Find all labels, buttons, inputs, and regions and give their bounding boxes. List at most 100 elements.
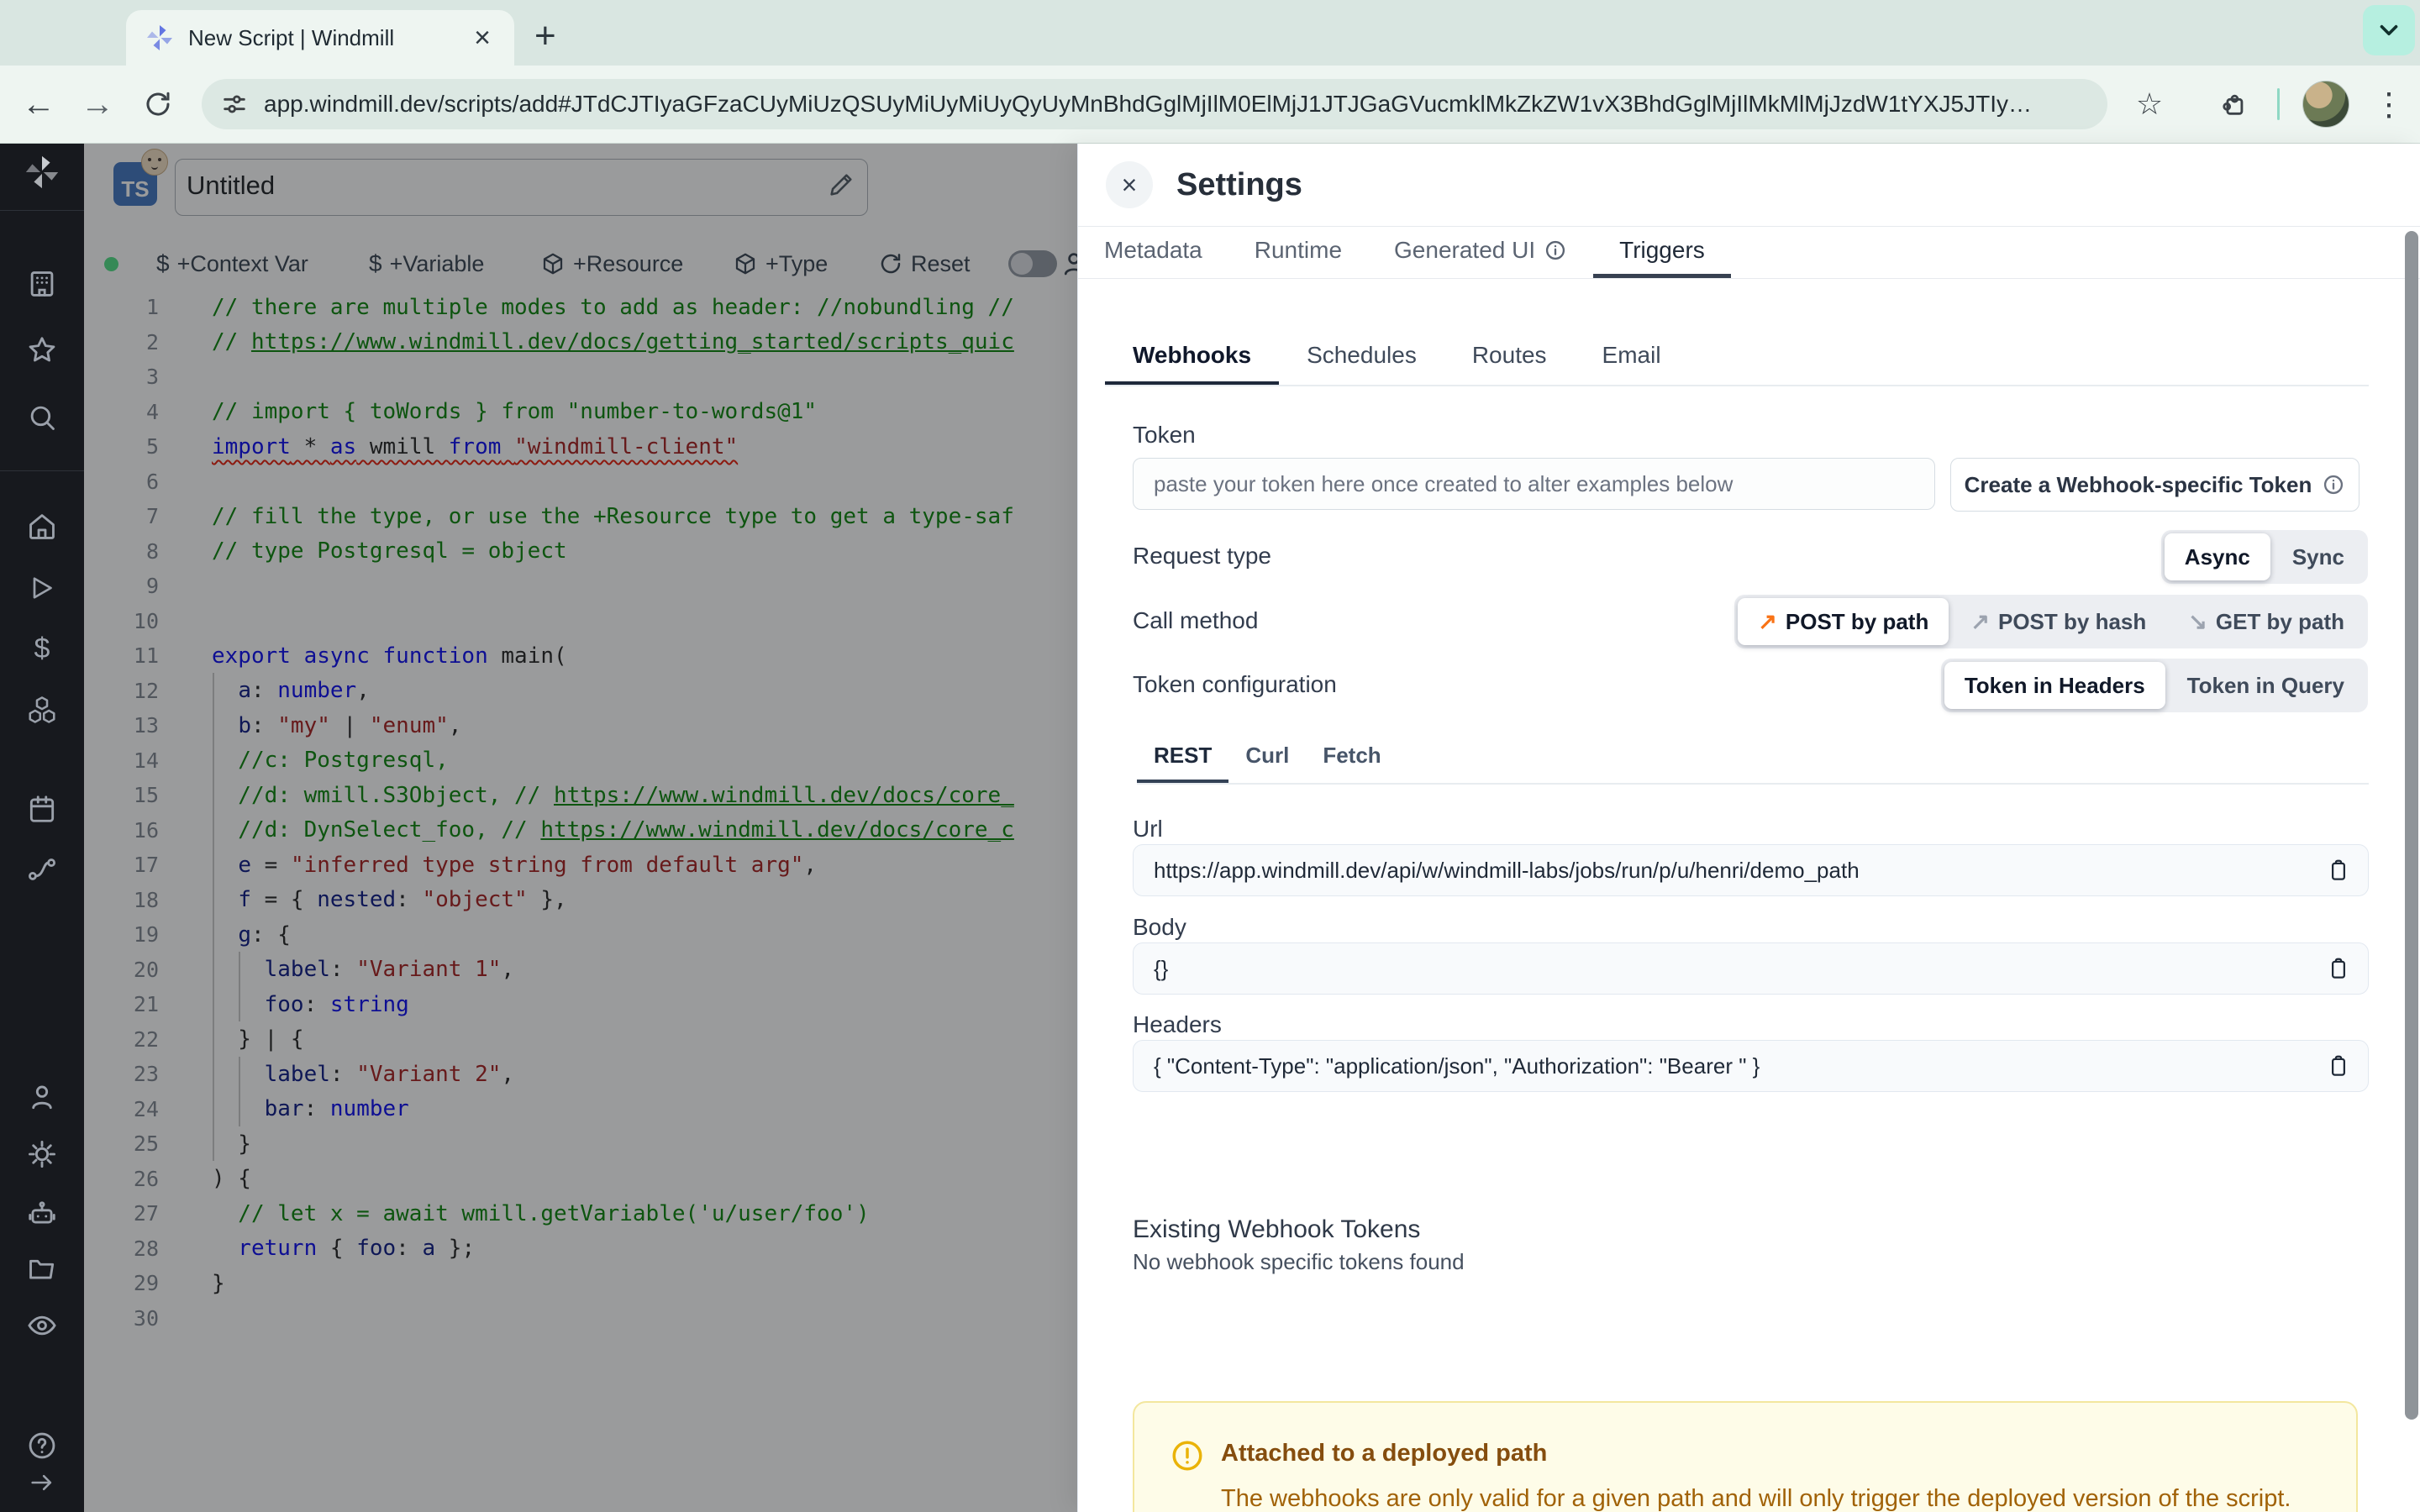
copy-icon[interactable] xyxy=(2326,1053,2351,1079)
browser-menu-icon[interactable]: ⋮ xyxy=(2373,66,2405,143)
code-line-21[interactable]: 21 foo: string xyxy=(84,987,1077,1022)
code-line-15[interactable]: 15 //d: wmill.S3Object, // https://www.w… xyxy=(84,778,1077,813)
edit-name-pencil-icon[interactable] xyxy=(827,171,855,199)
windmill-logo[interactable] xyxy=(0,154,84,191)
option-post-by-hash[interactable]: ↗ POST by hash xyxy=(1950,598,2166,645)
logs-eye-icon[interactable] xyxy=(0,1307,84,1344)
create-webhook-token-button[interactable]: Create a Webhook-specific Token xyxy=(1950,458,2360,512)
code-line-13[interactable]: 13 b: "my" | "enum", xyxy=(84,708,1077,743)
resources-icon[interactable] xyxy=(0,691,84,728)
drawer-scrollbar[interactable] xyxy=(2405,231,2418,1420)
sidebar-divider xyxy=(0,470,84,471)
tab-rest[interactable]: REST xyxy=(1137,732,1229,783)
variables-icon[interactable]: $ xyxy=(0,630,84,667)
body-field[interactable]: {} xyxy=(1133,942,2369,995)
tab-triggers[interactable]: Triggers xyxy=(1593,227,1731,278)
url-field[interactable]: https://app.windmill.dev/api/w/windmill-… xyxy=(1133,844,2369,896)
schedules-icon[interactable] xyxy=(0,790,84,827)
code-line-11[interactable]: 11 export async function main( xyxy=(84,638,1077,674)
script-name-field[interactable] xyxy=(175,159,868,216)
code-line-5[interactable]: 5 import * as wmill from "windmill-client… xyxy=(84,429,1077,465)
headers-field[interactable]: { "Content-Type": "application/json", "A… xyxy=(1133,1040,2369,1092)
code-line-12[interactable]: 12 a: number, xyxy=(84,674,1077,709)
favorites-star-icon[interactable] xyxy=(0,332,84,369)
option-token-in-query[interactable]: Token in Query xyxy=(2167,662,2365,709)
back-button[interactable]: ← xyxy=(13,66,64,143)
help-icon[interactable] xyxy=(0,1427,84,1464)
option-token-in-headers[interactable]: Token in Headers xyxy=(1944,662,2165,709)
code-line-26[interactable]: 26) { xyxy=(84,1162,1077,1197)
option-async[interactable]: Async xyxy=(2164,533,2270,580)
code-line-24[interactable]: 24 bar: number xyxy=(84,1092,1077,1127)
code-line-1[interactable]: 1// there are multiple modes to add as h… xyxy=(84,290,1077,325)
copy-icon[interactable] xyxy=(2326,858,2351,883)
tab-curl[interactable]: Curl xyxy=(1228,732,1306,783)
token-input[interactable] xyxy=(1133,458,1935,510)
tab-schedules[interactable]: Schedules xyxy=(1279,328,1444,385)
code-line-18[interactable]: 18 f = { nested: "object" }, xyxy=(84,883,1077,918)
code-line-2[interactable]: 2// https://www.windmill.dev/docs/gettin… xyxy=(84,325,1077,360)
option-get-by-path[interactable]: ↘ GET by path xyxy=(2168,598,2365,645)
tab-close-icon[interactable]: × xyxy=(469,24,496,52)
add-resource-button[interactable]: +Resource xyxy=(540,239,683,288)
tab-runtime[interactable]: Runtime xyxy=(1228,227,1368,278)
tab-metadata[interactable]: Metadata xyxy=(1078,227,1228,278)
settings-gear-icon[interactable] xyxy=(0,1136,84,1173)
option-sync[interactable]: Sync xyxy=(2272,533,2365,580)
code-line-9[interactable]: 9 xyxy=(84,569,1077,604)
address-bar[interactable]: app.windmill.dev/scripts/add#JTdCJTIyaGF… xyxy=(202,79,2107,129)
routes-icon[interactable] xyxy=(0,851,84,888)
code-line-16[interactable]: 16 //d: DynSelect_foo, // https://www.wi… xyxy=(84,813,1077,848)
tab-search-button[interactable] xyxy=(2363,5,2415,55)
option-post-by-path[interactable]: ↗ POST by path xyxy=(1738,598,1949,645)
code-line-30[interactable]: 30 xyxy=(84,1301,1077,1336)
reload-button[interactable] xyxy=(133,66,183,143)
runs-icon[interactable] xyxy=(0,570,84,606)
assistant-toggle[interactable] xyxy=(1008,239,1057,288)
code-line-20[interactable]: 20 label: "Variant 1", xyxy=(84,953,1077,988)
code-line-23[interactable]: 23 label: "Variant 2", xyxy=(84,1057,1077,1092)
collapse-arrow-icon[interactable] xyxy=(0,1464,84,1501)
folders-icon[interactable] xyxy=(0,1250,84,1287)
code-line-22[interactable]: 22 } | { xyxy=(84,1022,1077,1058)
tab-webhooks[interactable]: Webhooks xyxy=(1105,328,1280,385)
add-context-var-button[interactable]: $ +Context Var xyxy=(156,239,308,288)
forward-button[interactable]: → xyxy=(72,66,123,143)
search-icon[interactable] xyxy=(0,399,84,436)
close-icon[interactable]: × xyxy=(1106,161,1153,208)
code-line-3[interactable]: 3 xyxy=(84,360,1077,395)
code-line-14[interactable]: 14 //c: Postgresql, xyxy=(84,743,1077,779)
tab-email[interactable]: Email xyxy=(1575,328,1689,385)
profile-avatar[interactable] xyxy=(2302,66,2349,143)
code-line-17[interactable]: 17 e = "inferred type string from defaul… xyxy=(84,848,1077,883)
code-line-8[interactable]: 8// type Postgresql = object xyxy=(84,534,1077,570)
code-line-29[interactable]: 29} xyxy=(84,1266,1077,1301)
workspace-icon[interactable] xyxy=(0,265,84,302)
existing-tokens-empty: No webhook specific tokens found xyxy=(1133,1249,1465,1274)
copy-icon[interactable] xyxy=(2326,956,2351,981)
code-line-19[interactable]: 19 g: { xyxy=(84,917,1077,953)
code-line-7[interactable]: 7// fill the type, or use the +Resource … xyxy=(84,499,1077,534)
site-settings-icon[interactable] xyxy=(220,90,249,118)
code-line-10[interactable]: 10 xyxy=(84,604,1077,639)
code-line-4[interactable]: 4// import { toWords } from "number-to-w… xyxy=(84,395,1077,430)
code-line-28[interactable]: 28 return { foo: a }; xyxy=(84,1231,1077,1267)
browser-tab[interactable]: New Script | Windmill × xyxy=(126,10,514,66)
code-line-25[interactable]: 25 } xyxy=(84,1126,1077,1162)
tab-generated-ui[interactable]: Generated UI xyxy=(1368,227,1593,278)
code-line-27[interactable]: 27 // let x = await wmill.getVariable('u… xyxy=(84,1196,1077,1231)
new-tab-button[interactable]: + xyxy=(534,15,556,57)
reset-button[interactable]: Reset xyxy=(878,239,971,288)
add-variable-button[interactable]: $ +Variable xyxy=(369,239,484,288)
home-icon[interactable] xyxy=(0,508,84,545)
tab-routes[interactable]: Routes xyxy=(1444,328,1575,385)
code-line-6[interactable]: 6 xyxy=(84,465,1077,500)
tab-fetch[interactable]: Fetch xyxy=(1306,732,1397,783)
extensions-icon[interactable] xyxy=(2208,66,2259,143)
workers-icon[interactable] xyxy=(0,1194,84,1231)
bookmark-star-icon[interactable]: ☆ xyxy=(2124,66,2175,143)
add-type-button[interactable]: +Type xyxy=(733,239,828,288)
arrow-up-right-icon: ↗ xyxy=(1970,608,1990,634)
user-icon[interactable] xyxy=(0,1079,84,1116)
code-editor[interactable]: 1// there are multiple modes to add as h… xyxy=(84,290,1077,1336)
